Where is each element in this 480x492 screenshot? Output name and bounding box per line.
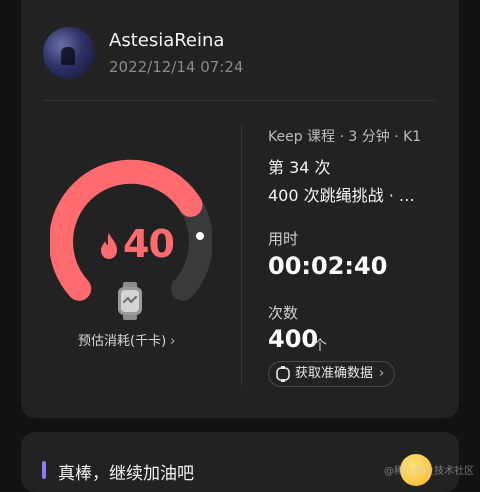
- smartwatch-icon: [118, 282, 142, 320]
- get-accurate-data-button[interactable]: 获取准确数据 ›: [268, 361, 396, 387]
- feedback-accent-bar: [42, 461, 46, 479]
- feedback-text: 真棒，继续加油吧: [58, 464, 194, 484]
- calories-estimate-label: 预估消耗(千卡): [78, 334, 167, 349]
- count-label: 次数: [268, 304, 299, 322]
- count-value: 400: [268, 325, 319, 353]
- watermark: @稀土掘金技术社区: [384, 466, 474, 477]
- username[interactable]: AstesiaReina: [109, 30, 224, 51]
- calories-estimate-link[interactable]: 预估消耗(千卡) ›: [78, 330, 175, 349]
- flame-icon: [101, 233, 117, 259]
- user-avatar[interactable]: [43, 27, 95, 79]
- get-accurate-data-label: 获取准确数据: [295, 366, 374, 381]
- calories-value: 40: [123, 222, 175, 266]
- watch-sync-icon: [276, 366, 290, 382]
- course-info[interactable]: Keep 课程 · 3 分钟 · K1: [268, 126, 421, 146]
- header-divider: [43, 100, 436, 101]
- stats-divider: [241, 124, 242, 386]
- duration-value: 00:02:40: [268, 252, 388, 280]
- post-datetime: 2022/12/14 07:24: [109, 58, 244, 76]
- chevron-right-icon: ›: [379, 366, 385, 381]
- session-count: 第 34 次: [268, 158, 331, 177]
- gauge-end-dot: [196, 232, 204, 240]
- duration-label: 用时: [268, 230, 299, 248]
- count-unit: 个: [313, 338, 327, 354]
- challenge-title[interactable]: 400 次跳绳挑战 · …: [268, 182, 415, 206]
- chevron-right-icon: ›: [170, 334, 176, 349]
